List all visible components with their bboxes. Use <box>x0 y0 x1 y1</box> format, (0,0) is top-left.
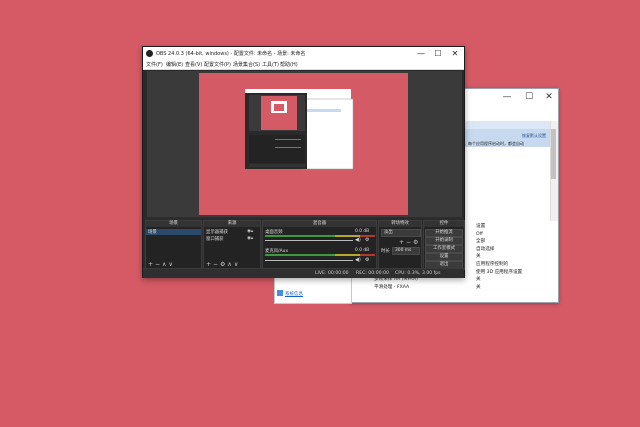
transitions-header: 转场特效 <box>379 221 421 227</box>
duration-field[interactable]: 300 ms <box>392 247 420 255</box>
rec-status: REC: 00:00:00 <box>356 271 389 276</box>
speaker-icon[interactable]: ◀) <box>355 237 361 243</box>
close-button[interactable]: ✕ <box>448 48 462 59</box>
sources-header: 来源 <box>204 221 260 227</box>
status-bar: LIVE: 00:00:00 REC: 00:00:00 CPU: 0.3%, … <box>143 268 464 278</box>
track-db: 0.0 dB <box>355 248 370 253</box>
list-item[interactable]: 平滑处理 - FXAA 关 <box>370 284 548 291</box>
mixer-panel: 混音器 桌面音频 0.0 dB ◀) ⚙ 麦克风/Aux 0.0 dB ◀) ⚙ <box>262 220 377 270</box>
gear-icon[interactable]: ⚙ <box>365 257 369 263</box>
volume-meter <box>265 254 375 256</box>
menu-item[interactable]: 场景集合(S) <box>233 61 260 68</box>
controls-panel: 控件 开始推流 开始录制 工作室模式 设置 退出 <box>423 220 465 270</box>
track-db: 0.0 dB <box>355 229 370 234</box>
minimize-button[interactable]: — <box>414 48 428 59</box>
menu-item[interactable]: 配置文件(P) <box>204 61 231 68</box>
info-icon <box>277 290 283 296</box>
source-item[interactable]: 显示器捕获 <box>206 229 228 235</box>
setting-value: 全部 <box>476 239 486 245</box>
sidebar-pane: 系统信息 <box>274 276 352 304</box>
setting-value: 关 <box>476 277 481 283</box>
setting-value: 设置 <box>476 224 486 229</box>
source-item[interactable]: 窗口捕获 <box>206 236 224 242</box>
controls-header: 控件 <box>424 221 464 227</box>
window-title: OBS 24.0.3 (64-bit, windows) - 配置文件: 未命名… <box>156 51 306 57</box>
start-streaming-button[interactable]: 开始推流 <box>425 229 463 237</box>
scenes-header: 场景 <box>146 221 201 227</box>
live-status: LIVE: 00:00:00 <box>315 271 349 276</box>
menu-item[interactable]: 查看(V) <box>185 61 202 68</box>
menu-item[interactable]: 工具(T) <box>262 61 279 68</box>
scene-item[interactable]: 场景 <box>146 229 201 235</box>
sources-panel: 来源 显示器捕获 窗口捕获 ◉▴ ◉▴ +−⚙∧∨ <box>203 220 261 270</box>
volume-slider[interactable] <box>265 240 353 241</box>
preview-canvas[interactable] <box>199 73 408 215</box>
volume-slider[interactable] <box>265 260 353 261</box>
nested-preview-image <box>245 89 354 170</box>
menu-item[interactable]: 文件(F) <box>146 61 163 68</box>
menu-item[interactable]: 编辑(E) <box>166 61 183 68</box>
minimize-button[interactable]: — <box>500 91 514 103</box>
transition-select[interactable]: 淡出 <box>381 229 421 237</box>
setting-value: 应用程序控制的 <box>476 262 509 267</box>
gear-icon[interactable]: ⚙ <box>365 237 369 243</box>
setting-value: 自动选择 <box>476 246 495 252</box>
setting-value: 关 <box>476 284 481 290</box>
mixer-header: 混音器 <box>263 221 376 227</box>
cpu-status: CPU: 0.3%, 3.00 fps <box>395 271 441 276</box>
maximize-button[interactable]: ☐ <box>431 48 445 59</box>
scene-toolbar[interactable]: +−∧∨ <box>148 261 175 268</box>
menu-bar: 文件(F) 编辑(E) 查看(V) 配置文件(P) 场景集合(S) 工具(T) 帮助(H) <box>143 60 464 70</box>
setting-value: 使用 3D 应用程序设置 <box>476 269 523 275</box>
restore-defaults-link[interactable]: 恢复默认设置 <box>522 133 546 139</box>
setting-value: Off <box>476 231 483 237</box>
maximize-button[interactable]: ☐ <box>522 91 536 103</box>
obs-logo-icon <box>146 50 153 57</box>
speaker-icon[interactable]: ◀) <box>355 257 361 263</box>
obs-window: OBS 24.0.3 (64-bit, windows) - 配置文件: 未命名… <box>142 46 465 278</box>
source-toolbar[interactable]: +−⚙∧∨ <box>206 261 240 268</box>
transition-tools[interactable]: +−⚙ <box>399 239 420 246</box>
duration-label: 时长 <box>381 249 390 254</box>
eye-icon[interactable]: ◉▴ <box>247 229 253 234</box>
start-recording-button[interactable]: 开始录制 <box>425 237 463 245</box>
obs-titlebar: OBS 24.0.3 (64-bit, windows) - 配置文件: 未命名… <box>143 47 464 60</box>
scrollbar-thumb[interactable] <box>551 129 556 179</box>
scenes-panel: 场景 场景 +−∧∨ <box>145 220 202 270</box>
studio-mode-button[interactable]: 工作室模式 <box>425 245 463 253</box>
eye-icon[interactable]: ◉▴ <box>247 236 253 241</box>
system-info-link[interactable]: 系统信息 <box>285 291 303 297</box>
settings-button[interactable]: 设置 <box>425 253 463 261</box>
close-button[interactable]: ✕ <box>542 91 556 103</box>
transitions-panel: 转场特效 淡出 +−⚙ 时长 300 ms <box>378 220 422 270</box>
setting-value: 关 <box>476 254 481 260</box>
menu-item[interactable]: 帮助(H) <box>280 61 298 68</box>
setting-name: 平滑处理 - FXAA <box>374 284 410 290</box>
description-text: 路。每个应用程序启动时，都会自动 <box>460 141 524 146</box>
